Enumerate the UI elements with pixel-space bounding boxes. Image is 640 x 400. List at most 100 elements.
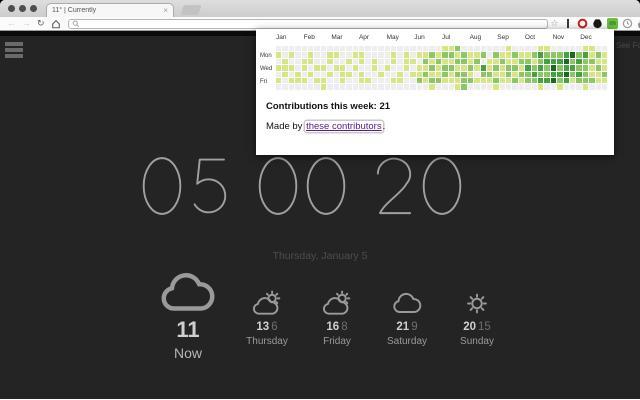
heatmap-cell <box>595 71 601 77</box>
heatmap-cell <box>422 84 429 90</box>
back-icon[interactable]: ← <box>7 19 16 28</box>
extension-generic-icon[interactable] <box>563 19 573 28</box>
contributions-extension-icon[interactable] <box>606 18 618 29</box>
heatmap-cell <box>595 52 601 58</box>
bookmark-star-icon[interactable]: ☆ <box>551 18 559 29</box>
heatmap-cell <box>582 46 589 52</box>
heatmap-cell <box>403 58 410 65</box>
heatmap-cell <box>461 46 467 52</box>
search-icon <box>72 20 79 27</box>
browser-window: 11° | Currently × ← → ↻ ☆ See Fo Thursda… <box>0 0 640 400</box>
heatmap-cell <box>454 65 461 71</box>
heatmap-cell <box>525 58 531 65</box>
heatmap-cell <box>544 84 550 90</box>
see-forecast-link[interactable]: See Forecast <box>616 41 640 50</box>
heatmap-cell <box>391 46 397 52</box>
home-icon[interactable] <box>51 19 61 29</box>
new-tab-button[interactable] <box>180 5 202 15</box>
heatmap-cell <box>448 84 454 90</box>
heatmap-cell <box>346 71 352 77</box>
heatmap-cell <box>397 84 403 90</box>
heatmap-cell <box>550 84 557 90</box>
clock-minutes <box>256 149 348 223</box>
heatmap-cell <box>371 58 378 65</box>
heatmap-cell <box>429 58 435 65</box>
menu-icon[interactable] <box>5 42 23 60</box>
heatmap-cell <box>282 71 288 77</box>
heatmap-cell <box>410 65 416 71</box>
heatmap-cell <box>474 52 480 58</box>
tab-close-icon[interactable]: × <box>163 6 168 15</box>
heatmap-cell <box>378 52 384 58</box>
heatmap-cell <box>416 84 422 90</box>
heatmap-cell <box>601 84 608 90</box>
heatmap-cell <box>595 65 601 71</box>
heatmap-cell <box>563 77 569 84</box>
heatmap-cell <box>314 65 320 71</box>
heatmap-cell <box>359 71 365 77</box>
heatmap-cell <box>474 46 480 52</box>
heatmap-cell <box>314 58 320 65</box>
heatmap-cell <box>327 84 333 90</box>
heatmap-cell <box>339 52 346 58</box>
heatmap-cell <box>339 77 346 84</box>
heatmap-cell <box>461 65 467 71</box>
github-octocat-icon[interactable] <box>592 18 603 29</box>
heatmap-cell <box>474 71 480 77</box>
heatmap-cell <box>474 77 480 84</box>
heatmap-cell <box>557 77 563 84</box>
heatmap-cell <box>365 77 371 84</box>
heatmap-cell <box>307 84 314 90</box>
browser-tab[interactable]: 11° | Currently × <box>46 3 174 17</box>
heatmap-cell <box>301 65 307 71</box>
tab-strip: 11° | Currently × <box>0 0 640 17</box>
heatmap-cell <box>276 84 282 90</box>
zoom-window-icon[interactable] <box>30 5 37 12</box>
heatmap-cell <box>480 65 486 71</box>
heatmap-cell <box>595 84 601 90</box>
heatmap-cell <box>518 58 525 65</box>
heatmap-cell <box>486 46 493 52</box>
heatmap-cell <box>531 46 538 52</box>
heatmap-cell <box>550 71 557 77</box>
reload-icon[interactable]: ↻ <box>37 19 45 28</box>
clock-extension-icon[interactable] <box>622 18 633 29</box>
forecast-low: 9 <box>411 321 418 333</box>
heatmap-cell <box>391 71 397 77</box>
heatmap-cell <box>359 77 365 84</box>
heatmap-cell <box>448 52 454 58</box>
heatmap-cell <box>467 52 474 58</box>
forward-icon[interactable]: → <box>22 19 31 28</box>
heatmap-cell <box>550 52 557 58</box>
hand-extension-icon[interactable] <box>637 18 640 29</box>
forecast-low: 15 <box>478 321 491 333</box>
heatmap-cell <box>550 58 557 65</box>
heatmap-cell <box>480 46 486 52</box>
heatmap-cell <box>544 77 550 84</box>
heatmap-cell <box>371 71 378 77</box>
heatmap-cell <box>531 77 538 84</box>
heatmap-cell <box>365 46 371 52</box>
heatmap-cell <box>512 58 518 65</box>
minimize-window-icon[interactable] <box>19 5 26 12</box>
heatmap-cell <box>442 84 448 90</box>
heatmap-cell <box>314 52 320 58</box>
heatmap-cell <box>467 71 474 77</box>
heatmap-cell <box>282 46 288 52</box>
forecast-low: 6 <box>271 321 278 333</box>
heatmap-row-label-wed: Wed <box>260 66 273 72</box>
close-window-icon[interactable] <box>8 5 15 12</box>
heatmap-cell <box>525 84 531 90</box>
forecast-day-saturday: 21 9 Saturday <box>380 290 434 361</box>
heatmap-cell <box>365 71 371 77</box>
heatmap-cell <box>320 52 327 58</box>
heatmap-cell <box>429 71 435 77</box>
extension-red-o-icon[interactable] <box>577 18 588 29</box>
heatmap-cell <box>346 46 352 52</box>
contributors-link[interactable]: these contributors <box>305 121 383 132</box>
forecast-high: 21 <box>396 321 410 333</box>
heatmap-cell <box>378 84 384 90</box>
heatmap-cell <box>467 65 474 71</box>
heatmap-cell <box>576 77 582 84</box>
address-bar[interactable] <box>67 18 548 29</box>
